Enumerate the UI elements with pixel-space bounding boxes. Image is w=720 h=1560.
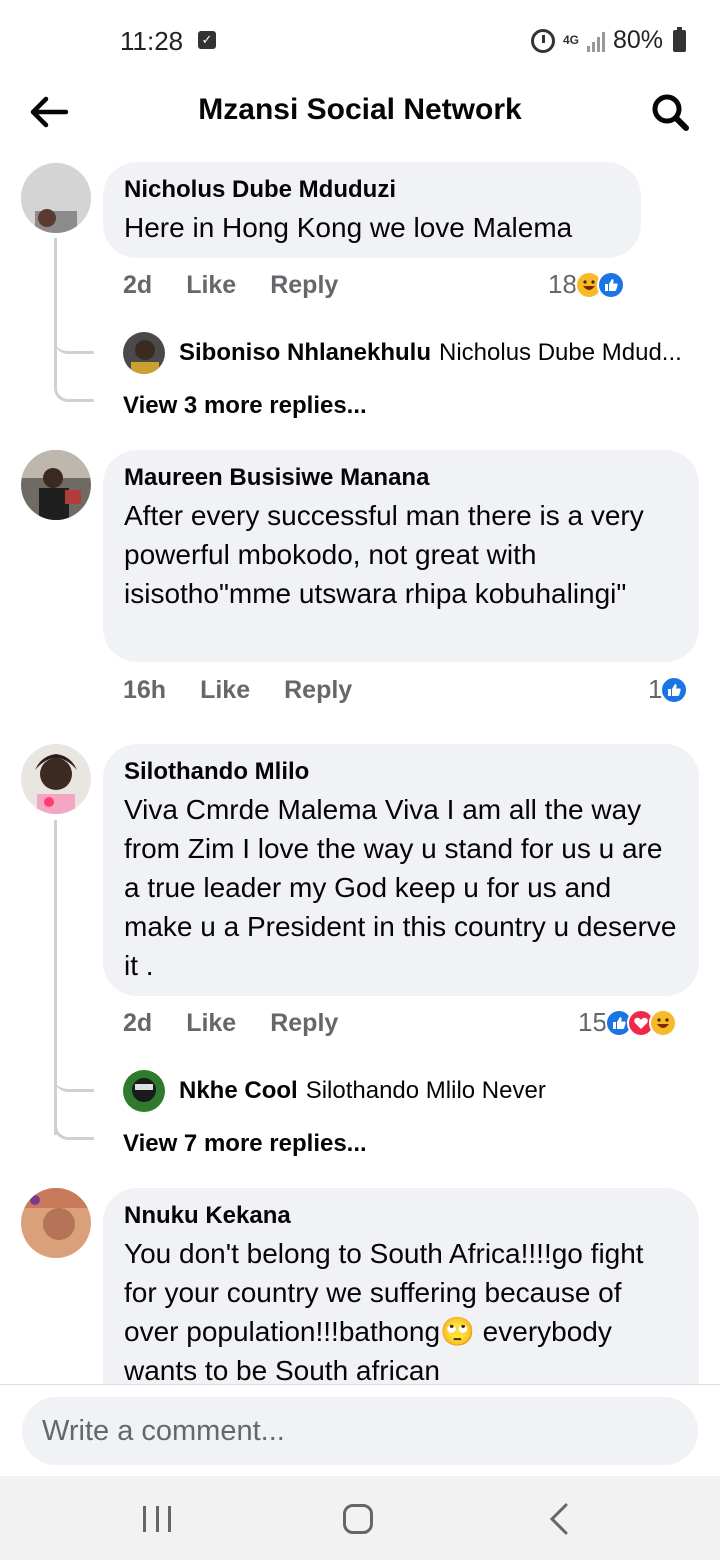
comment-text: Viva Cmrde Malema Viva I am all the way … bbox=[124, 794, 677, 981]
like-icon bbox=[660, 675, 689, 704]
reply-button[interactable]: Reply bbox=[270, 271, 338, 300]
comment-text: Here in Hong Kong we love Malema bbox=[124, 212, 573, 243]
recent-apps-button[interactable] bbox=[143, 1506, 171, 1532]
home-button[interactable] bbox=[343, 1504, 373, 1534]
thread-connector bbox=[54, 1058, 94, 1092]
comment-actions: 2d Like Reply bbox=[123, 271, 372, 300]
signal-icon bbox=[586, 30, 605, 52]
thread-connector bbox=[54, 360, 94, 402]
status-bar: 11:28 ✓ 4G 80% bbox=[0, 0, 720, 84]
comment-author[interactable]: Silothando Mlilo bbox=[124, 758, 679, 786]
comment-input[interactable] bbox=[22, 1397, 698, 1465]
reply-text: Nicholus Dube Mdud... bbox=[439, 339, 682, 366]
thread-connector bbox=[54, 320, 94, 354]
avatar[interactable] bbox=[21, 744, 91, 814]
system-back-button[interactable] bbox=[546, 1502, 572, 1536]
search-button[interactable] bbox=[648, 90, 692, 134]
like-icon bbox=[596, 270, 625, 299]
like-button[interactable]: Like bbox=[200, 676, 250, 705]
comment-text: After every successful man there is a ve… bbox=[124, 500, 644, 609]
reaction-summary[interactable]: 18 bbox=[548, 269, 625, 300]
system-nav-bar bbox=[0, 1476, 720, 1560]
comment-time[interactable]: 2d bbox=[123, 1009, 152, 1038]
view-more-replies-link[interactable]: View 3 more replies... bbox=[123, 392, 367, 420]
notification-check-icon: ✓ bbox=[198, 31, 216, 49]
status-time: 11:28 bbox=[120, 26, 184, 56]
battery-icon bbox=[673, 26, 686, 52]
avatar[interactable] bbox=[123, 332, 165, 374]
app-header: Mzansi Social Network bbox=[0, 84, 720, 140]
reply-preview[interactable]: Nkhe Cool Silothando Mlilo Never bbox=[123, 1070, 546, 1112]
comment-author[interactable]: Nicholus Dube Mduduzi bbox=[124, 176, 621, 204]
like-button[interactable]: Like bbox=[186, 271, 236, 300]
search-icon bbox=[652, 94, 689, 131]
comment-composer bbox=[0, 1384, 720, 1476]
comment-text: You don't belong to South Africa!!!!go f… bbox=[124, 1238, 644, 1386]
reaction-count: 18 bbox=[548, 269, 577, 299]
avatar[interactable] bbox=[123, 1070, 165, 1112]
comment-bubble[interactable]: Maureen Busisiwe Manana After every succ… bbox=[103, 450, 699, 662]
comment-time[interactable]: 16h bbox=[123, 676, 166, 705]
reaction-summary[interactable]: 15 bbox=[578, 1007, 677, 1038]
comment-actions: 16h Like Reply bbox=[123, 676, 386, 705]
haha-icon bbox=[648, 1008, 677, 1037]
comment-time[interactable]: 2d bbox=[123, 271, 152, 300]
network-type: 4G bbox=[562, 33, 579, 47]
avatar[interactable] bbox=[21, 1188, 91, 1258]
comment-author[interactable]: Maureen Busisiwe Manana bbox=[124, 464, 679, 492]
comment-author[interactable]: Nnuku Kekana bbox=[124, 1202, 679, 1230]
thread-connector bbox=[54, 1098, 94, 1140]
alarm-icon bbox=[530, 28, 555, 53]
view-more-replies-link[interactable]: View 7 more replies... bbox=[123, 1130, 367, 1158]
comment-bubble[interactable]: Silothando Mlilo Viva Cmrde Malema Viva … bbox=[103, 744, 699, 996]
reply-button[interactable]: Reply bbox=[284, 676, 352, 705]
reply-author[interactable]: Siboniso Nhlanekhulu bbox=[179, 339, 431, 367]
chevron-left-icon bbox=[549, 1503, 568, 1535]
reaction-summary[interactable]: 1 bbox=[648, 674, 689, 705]
reply-author[interactable]: Nkhe Cool bbox=[179, 1077, 298, 1105]
avatar[interactable] bbox=[21, 163, 91, 233]
comment-bubble[interactable]: Nicholus Dube Mduduzi Here in Hong Kong … bbox=[103, 162, 641, 258]
avatar[interactable] bbox=[21, 450, 91, 520]
battery-percent: 80% bbox=[612, 26, 663, 54]
like-button[interactable]: Like bbox=[186, 1009, 236, 1038]
reaction-count: 15 bbox=[578, 1007, 607, 1037]
thread-line bbox=[54, 820, 57, 1135]
reply-text: Silothando Mlilo Never bbox=[305, 1077, 546, 1104]
status-right-group: 4G 80% bbox=[530, 26, 686, 55]
page-title: Mzansi Social Network bbox=[198, 93, 522, 126]
reply-preview[interactable]: Siboniso Nhlanekhulu Nicholus Dube Mdud.… bbox=[123, 332, 682, 374]
reply-button[interactable]: Reply bbox=[270, 1009, 338, 1038]
comment-actions: 2d Like Reply bbox=[123, 1009, 372, 1038]
